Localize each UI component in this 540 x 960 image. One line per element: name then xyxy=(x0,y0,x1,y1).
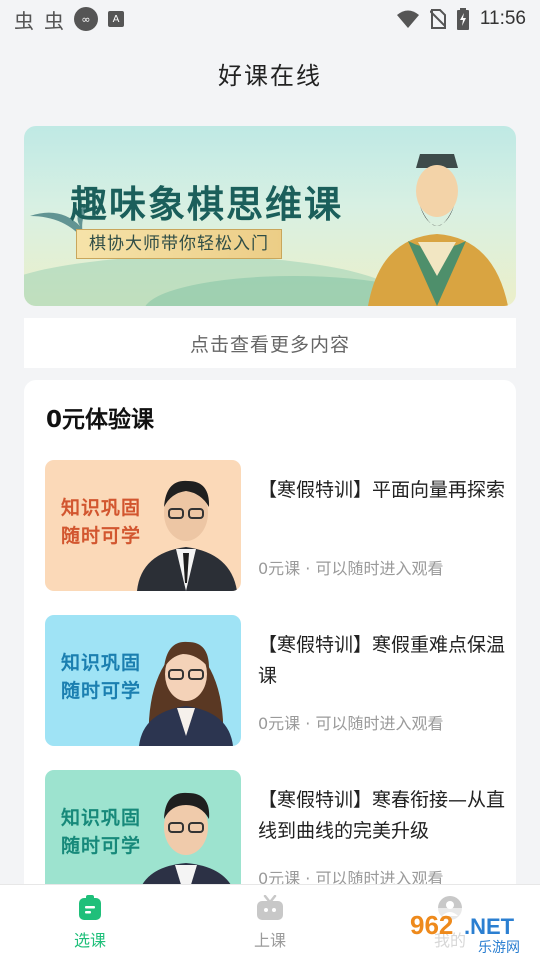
course-thumbnail: 知识巩固随时可学 xyxy=(45,460,241,591)
course-title: 【寒假特训】平面向量再探索 xyxy=(258,479,506,501)
svg-text:乐游网: 乐游网 xyxy=(478,940,520,956)
banner-title: 趣味象棋思维课 xyxy=(70,183,343,226)
more-content-link[interactable]: 点击查看更多内容 xyxy=(24,318,516,368)
status-bar: 虫 虫 ∞ A 11:56 xyxy=(0,0,540,38)
site-watermark-logo: 962 .NET 乐游网 xyxy=(404,908,532,956)
promo-banner[interactable]: 趣味象棋思维课 棋协大师带你轻松入门 xyxy=(24,126,516,306)
course-thumbnail: 知识巩固随时可学 xyxy=(45,615,241,746)
wifi-icon xyxy=(396,10,419,28)
course-select-icon xyxy=(79,895,101,920)
status-right: 11:56 xyxy=(396,8,526,30)
course-item[interactable]: 知识巩固随时可学 【寒假特训】寒假重难点保温课 0元课 · 可以随时进入观看 xyxy=(45,615,505,747)
course-item[interactable]: 知识巩固随时可学 【寒假特训】寒春衔接—从直线到曲线的完美升级 0元课 · 可以… xyxy=(45,770,505,900)
course-title: 【寒假特训】寒假重难点保温课 xyxy=(258,634,506,687)
more-content-label: 点击查看更多内容 xyxy=(189,333,350,356)
tab-class[interactable]: 上课 xyxy=(180,885,360,960)
teacher-photo xyxy=(139,641,233,746)
svg-text:962: 962 xyxy=(410,910,453,940)
font-a-icon: A xyxy=(108,11,124,27)
tab-label: 选课 xyxy=(73,931,106,950)
teacher-photo xyxy=(137,792,237,900)
section-title: 0元体验课 xyxy=(46,407,155,433)
course-thumbnail: 知识巩固随时可学 xyxy=(45,770,241,900)
bug-glyph-icon: 虫 xyxy=(44,8,64,33)
teacher-photo xyxy=(137,480,237,591)
svg-text:.NET: .NET xyxy=(464,914,515,939)
banner-subtitle: 棋协大师带你轻松入门 xyxy=(76,229,282,259)
course-meta: 0元课 · 可以随时进入观看 xyxy=(258,559,444,578)
page-title: 好课在线 xyxy=(218,61,322,90)
ancient-figure-illustration xyxy=(368,154,508,306)
course-title: 【寒假特训】寒春衔接—从直线到曲线的完美升级 xyxy=(258,789,506,842)
clock-time: 11:56 xyxy=(479,8,526,29)
no-sim-icon xyxy=(429,9,446,29)
tab-select-course[interactable]: 选课 xyxy=(0,885,180,960)
bug-glyph-icon: 虫 xyxy=(14,8,34,33)
course-item[interactable]: 知识巩固随时可学 【寒假特训】平面向量再探索 0元课 · 可以随时进入观看 xyxy=(45,460,505,592)
tv-icon xyxy=(257,895,283,920)
status-left: 虫 虫 ∞ A xyxy=(14,5,124,34)
course-meta: 0元课 · 可以随时进入观看 xyxy=(258,714,444,733)
battery-charging-icon xyxy=(456,8,469,30)
app-header: 好课在线 xyxy=(0,38,540,108)
infinity-icon: ∞ xyxy=(74,7,98,31)
free-course-section: 0元体验课 知识巩固随时可学 【寒假特训】平面向量再探索 0元课 · 可以随时进… xyxy=(24,380,516,900)
tab-label: 上课 xyxy=(253,931,286,950)
